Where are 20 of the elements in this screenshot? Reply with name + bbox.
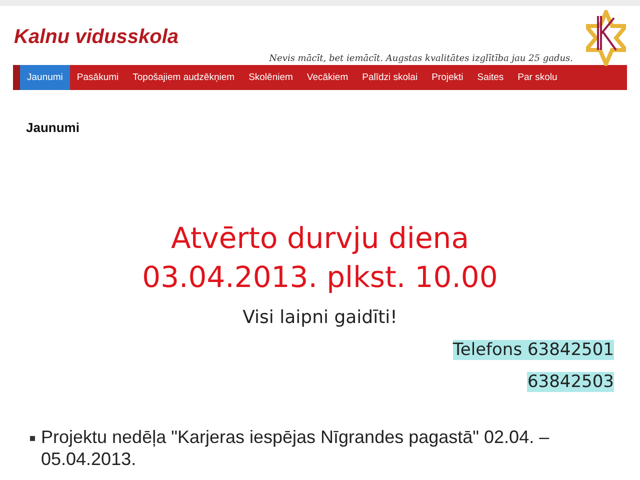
page-heading: Jaunumi [26, 120, 80, 135]
phone-number: 63842503 [527, 372, 614, 392]
nav-tab[interactable]: Topošajiem audzēkņiem [126, 65, 242, 90]
nav-tab[interactable]: Jaunumi [20, 65, 70, 90]
news-item[interactable]: Projektu nedēļa "Karjeras iespējas Nīgrandes pagastā" 02.04. – 05.04.2013. [41, 426, 570, 470]
subtitle: Visi laipni gaidīti! [242, 307, 398, 328]
headline: Atvērto durvju diena [171, 220, 469, 257]
nav-tab[interactable]: Par skolu [510, 65, 564, 90]
star-logo-icon[interactable] [586, 10, 626, 66]
tagline: Nevis mācīt, bet iemācīt. Augstas kvalitātes izglītība jau 25 gadus. [269, 54, 573, 64]
headline: 03.04.2013. plkst. 10.00 [142, 259, 498, 296]
nav-tab[interactable]: Pasākumi [70, 65, 126, 90]
nav-tab[interactable]: Vecākiem [300, 65, 356, 90]
nav-tab[interactable]: Saites [470, 65, 511, 90]
phone-number: Telefons 63842501 [452, 340, 614, 360]
nav-tab[interactable]: Projekti [424, 65, 470, 90]
nav-tab[interactable]: Skolēniem [242, 65, 300, 90]
nav-tab[interactable]: Palīdzi skolai [355, 65, 425, 90]
bullet-icon [30, 436, 35, 441]
site-title[interactable]: Kalnu vidusskola [14, 26, 586, 49]
